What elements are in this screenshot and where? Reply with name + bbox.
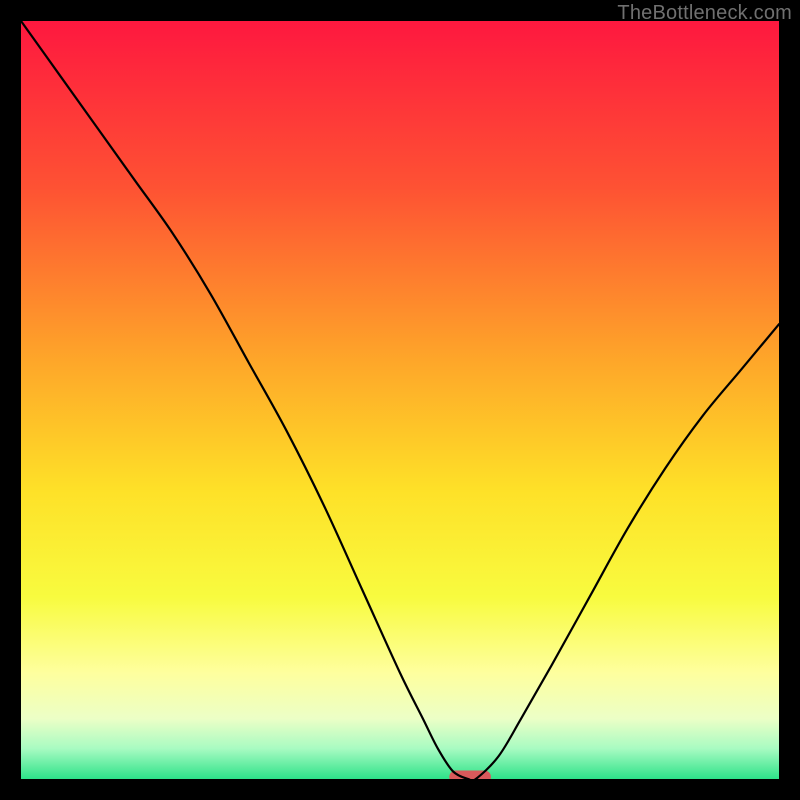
plot-area: [21, 21, 779, 779]
chart-frame: TheBottleneck.com: [0, 0, 800, 800]
gradient-bg: [21, 21, 779, 779]
bottleneck-chart-svg: [21, 21, 779, 779]
